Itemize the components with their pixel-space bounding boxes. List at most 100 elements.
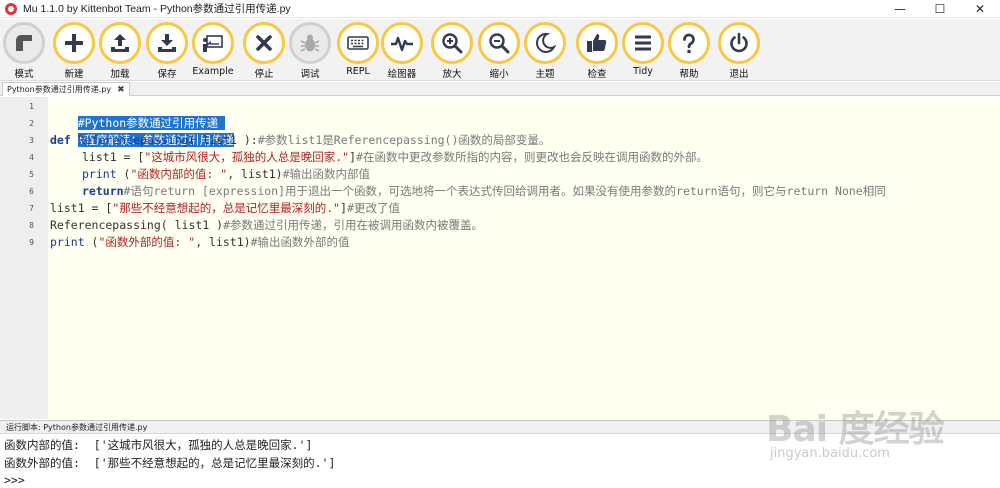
line-number: 4 xyxy=(29,153,34,162)
zoom-out-icon xyxy=(489,33,510,54)
repl-button[interactable]: REPL xyxy=(334,22,382,80)
tab-bar: Python参数通过引用传递.py ✖ xyxy=(0,82,1000,96)
code-line-2: #程序解读：参数通过引用传递 xyxy=(50,115,235,147)
output-line: 函数内部的值: ['这城市风很大，孤独的人总是晚回家.'] xyxy=(4,438,313,452)
load-label: 加载 xyxy=(110,69,130,80)
zoom-in-button[interactable]: 放大 xyxy=(428,22,476,80)
theme-button[interactable]: 主题 xyxy=(521,22,569,80)
save-label: 保存 xyxy=(157,69,177,80)
builtin-token: print xyxy=(50,235,85,249)
plotter-button[interactable]: 绘图器 xyxy=(378,22,426,80)
line-number: 3 xyxy=(29,136,34,145)
new-button[interactable]: 新建 xyxy=(50,22,98,80)
keyword-token: def xyxy=(50,133,71,147)
repl-prompt[interactable]: >>> xyxy=(4,471,25,488)
zoom-in-icon xyxy=(442,33,463,54)
code-line-9: print ("函数外部的值: ", list1)#输出函数外部的值 xyxy=(50,234,350,251)
code-line-1: #Python参数通过引用传递 xyxy=(50,98,226,130)
comment-token: #语句return [expression]用于退出一个函数，可选地将一个表达式… xyxy=(123,184,886,198)
save-button[interactable]: 保存 xyxy=(143,22,191,80)
toolbar: 模式 新建 加载 保存 Example 停止 调试 REPL 绘图器 放大 缩小… xyxy=(0,19,1000,81)
line-number: 2 xyxy=(29,119,34,128)
code-line-6: return#语句return [expression]用于退出一个函数，可选地… xyxy=(50,183,886,200)
line-number: 8 xyxy=(29,221,34,230)
load-button[interactable]: 加载 xyxy=(96,22,144,80)
question-icon xyxy=(683,33,695,54)
line-number: 1 xyxy=(29,102,34,111)
string-token: "函数外部的值: " xyxy=(98,235,196,249)
line-number: 9 xyxy=(29,238,34,247)
quit-label: 退出 xyxy=(729,69,749,80)
keyword-token: return xyxy=(82,184,124,198)
upload-icon xyxy=(111,34,129,52)
quit-button[interactable]: 退出 xyxy=(715,22,763,80)
code-token: list1 = [ xyxy=(82,150,145,164)
zoom-out-button[interactable]: 缩小 xyxy=(475,22,523,80)
zoom-out-label: 缩小 xyxy=(489,69,509,80)
code-token: ( xyxy=(116,167,131,181)
mode-button[interactable]: 模式 xyxy=(0,22,48,80)
close-icon xyxy=(256,35,272,51)
builtin-token: print xyxy=(82,167,117,181)
plotter-label: 绘图器 xyxy=(387,69,417,80)
zoom-in-label: 放大 xyxy=(442,69,462,80)
tab-close-icon[interactable]: ✖ xyxy=(117,85,125,95)
debug-button[interactable]: 调试 xyxy=(286,22,334,80)
check-button[interactable]: 检查 xyxy=(573,22,621,80)
file-tab[interactable]: Python参数通过引用传递.py ✖ xyxy=(2,82,130,96)
code-line-7: list1 = ["那些不经意想起的，总是记忆里最深刻的."]#更改了值 xyxy=(50,200,400,217)
help-button[interactable]: 帮助 xyxy=(665,22,713,80)
code-token: ] xyxy=(349,150,357,164)
code-token: Referencepassing( list1 ) xyxy=(50,218,224,232)
output-pane-header: 运行脚本: Python参数通过引用传递.py xyxy=(0,420,1000,434)
comment-token: #参数list1是Referencepassing()函数的局部变量。 xyxy=(257,133,551,147)
example-label: Example xyxy=(192,66,234,77)
string-token: "函数内部的值: " xyxy=(130,167,228,181)
close-window-button[interactable]: ✕ xyxy=(960,0,1000,18)
minimize-button[interactable]: — xyxy=(880,0,920,18)
help-label: 帮助 xyxy=(679,69,699,80)
code-line-4: list1 = ["这城市风很大，孤独的人总是晚回家."]#在函数中更改参数所指… xyxy=(50,149,708,166)
code-token: ( list1 ): xyxy=(188,133,258,147)
comment-token: #输出函数内部值 xyxy=(282,167,371,181)
code-line-5: print ("函数内部的值: ", list1)#输出函数内部值 xyxy=(50,166,370,183)
function-name-token: Referencepassing xyxy=(70,133,189,147)
code-token: ( xyxy=(84,235,99,249)
new-label: 新建 xyxy=(64,69,84,80)
mode-label: 模式 xyxy=(14,69,34,80)
output-pane[interactable]: 函数内部的值: ['这城市风很大，孤独的人总是晚回家.'] 函数外部的值: ['… xyxy=(0,435,1000,488)
comment-token: #更改了值 xyxy=(347,201,400,215)
presentation-icon xyxy=(203,35,223,52)
title-bar: Mu 1.1.0 by Kittenbot Team - Python参数通过引… xyxy=(0,0,1000,18)
thumbs-up-icon xyxy=(587,34,607,52)
mu-logo-icon xyxy=(5,2,17,15)
code-editor[interactable]: 1 2 3 4 5 6 7 8 9 #Python参数通过引用传递 #程序解读：… xyxy=(0,97,1000,419)
line-number: 7 xyxy=(29,204,34,213)
string-token: "这城市风很大，孤独的人总是晚回家." xyxy=(144,150,350,164)
pulse-icon xyxy=(391,36,413,52)
download-icon xyxy=(158,34,176,52)
line-number: 6 xyxy=(29,187,34,196)
code-token: ] xyxy=(340,201,348,215)
mode-icon xyxy=(16,35,32,51)
stop-label: 停止 xyxy=(254,69,274,80)
code-token: , list1) xyxy=(195,235,251,249)
bug-icon xyxy=(300,34,320,52)
file-tab-label: Python参数通过引用传递.py xyxy=(7,85,112,94)
check-label: 检查 xyxy=(587,69,607,80)
code-line-8: Referencepassing( list1 )#参数通过引用传递，引用在被调… xyxy=(50,217,483,234)
code-token: , list1) xyxy=(227,167,283,181)
stop-button[interactable]: 停止 xyxy=(240,22,288,80)
line-number-gutter: 1 2 3 4 5 6 7 8 9 xyxy=(0,97,48,419)
example-button[interactable]: Example xyxy=(189,22,237,80)
comment-token: #输出函数外部的值 xyxy=(250,235,350,249)
power-icon xyxy=(730,32,748,53)
tidy-label: Tidy xyxy=(633,66,653,77)
code-line-3: def Referencepassing( list1 ):#参数list1是R… xyxy=(50,132,550,149)
code-token: list1 = [ xyxy=(50,201,113,215)
lines-icon xyxy=(635,35,651,51)
maximize-button[interactable]: ☐ xyxy=(920,0,960,18)
moon-icon xyxy=(535,32,557,53)
output-line: 函数外部的值: ['那些不经意想起的，总是记忆里最深刻的.'] xyxy=(4,456,336,470)
tidy-button[interactable]: Tidy xyxy=(619,22,667,80)
